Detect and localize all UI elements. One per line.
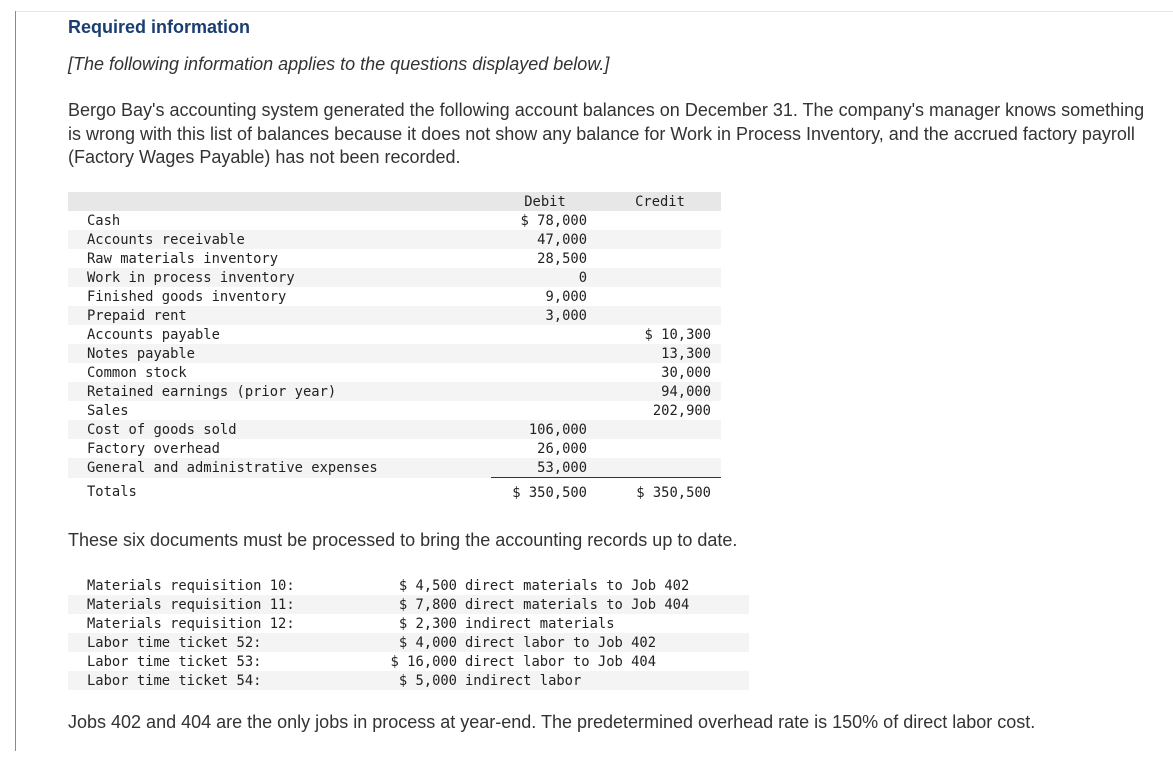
- table-row: Finished goods inventory 9,000: [68, 287, 721, 306]
- table-row: Retained earnings (prior year) 94,000: [68, 382, 721, 401]
- debit-amount: [491, 325, 599, 344]
- list-item: Materials requisition 11: $ 7,800 direct m…: [68, 595, 749, 614]
- credit-amount: [599, 458, 721, 478]
- table-row: Factory overhead 26,000: [68, 439, 721, 458]
- debit-amount: [491, 401, 599, 420]
- document-description: direct labor to Job 404: [465, 653, 657, 670]
- document-amount: $ 4,000: [367, 633, 457, 652]
- account-name: Prepaid rent: [68, 306, 491, 325]
- document-description: direct materials to Job 404: [457, 595, 749, 614]
- document-name: Labor time ticket 53:: [87, 653, 262, 670]
- credit-amount: [599, 211, 721, 230]
- table-row: General and administrative expenses 53,00…: [68, 458, 721, 478]
- account-name: Common stock: [87, 364, 187, 381]
- section-heading: Required information: [68, 17, 251, 37]
- document-name: Materials requisition 12:: [87, 615, 295, 632]
- debit-header: Debit: [491, 192, 599, 211]
- credit-amount: [599, 287, 721, 306]
- credit-total: $ 350,500: [599, 477, 721, 502]
- account-name: Sales: [87, 402, 129, 419]
- debit-amount: 3,000: [491, 306, 599, 325]
- totals-label: Totals: [87, 484, 137, 501]
- document-name: Materials requisition 11:: [68, 595, 367, 614]
- documents-table: Materials requisition 10: $ 4,500 direct m…: [68, 576, 749, 690]
- debit-amount: 26,000: [537, 440, 587, 457]
- credit-amount: [599, 420, 721, 439]
- table-row: Cost of goods sold 106,000: [68, 420, 721, 439]
- credit-amount: [599, 268, 721, 287]
- document-amount: $ 5,000: [367, 671, 457, 690]
- credit-amount: [599, 249, 721, 268]
- closing-paragraph: Jobs 402 and 404 are the only jobs in pr…: [68, 712, 1036, 732]
- debit-amount: [491, 363, 599, 382]
- account-name: Accounts payable: [87, 326, 220, 343]
- account-name: Cash: [87, 212, 121, 229]
- totals-row: Totals $ 350,500 $ 350,500: [68, 477, 721, 502]
- list-item: Labor time ticket 54: $ 5,000 indirect lab…: [68, 671, 749, 690]
- list-item: Labor time ticket 52: $ 4,000 direct labor…: [68, 633, 749, 652]
- debit-amount: 28,500: [537, 250, 587, 267]
- table-row: Common stock 30,000: [68, 363, 721, 382]
- document-name: Materials requisition 10:: [87, 577, 295, 594]
- document-amount: $ 2,300: [398, 615, 457, 632]
- credit-header: Credit: [599, 192, 721, 211]
- account-name: Work in process inventory: [68, 268, 491, 287]
- debit-amount: 47,000: [491, 230, 599, 249]
- table-row: Cash $ 78,000: [68, 211, 721, 230]
- left-border: [15, 11, 16, 751]
- debit-amount: 0: [491, 268, 599, 287]
- list-item: Materials requisition 12: $ 2,300 indirect…: [68, 614, 749, 633]
- document-amount: $ 16,000: [390, 653, 457, 670]
- debit-amount: [491, 344, 599, 363]
- debit-amount: 106,000: [491, 420, 599, 439]
- account-header: [68, 192, 491, 211]
- document-description: direct materials to Job 402: [465, 577, 690, 594]
- document-amount: $ 7,800: [367, 595, 457, 614]
- account-name: Raw materials inventory: [87, 250, 279, 267]
- document-description: indirect materials: [465, 615, 615, 632]
- documents-intro: These six documents must be processed to…: [68, 530, 738, 550]
- debit-amount: 53,000: [491, 458, 599, 478]
- table-row: Sales 202,900: [68, 401, 721, 420]
- document-name: Labor time ticket 52:: [68, 633, 367, 652]
- account-name: Finished goods inventory: [87, 288, 287, 305]
- credit-amount: [599, 439, 721, 458]
- section-subheading: [The following information applies to th…: [68, 54, 610, 74]
- debit-amount: [491, 382, 599, 401]
- credit-amount: [599, 306, 721, 325]
- list-item: Materials requisition 10: $ 4,500 direct m…: [68, 576, 749, 595]
- intro-paragraph: Bergo Bay's accounting system generated …: [68, 100, 1145, 167]
- debit-total: $ 350,500: [491, 477, 599, 502]
- document-name: Labor time ticket 54:: [68, 671, 367, 690]
- table-row: Accounts payable $ 10,300: [68, 325, 721, 344]
- table-row: Prepaid rent 3,000: [68, 306, 721, 325]
- document-amount: $ 4,500: [398, 577, 457, 594]
- debit-amount: 9,000: [545, 288, 587, 305]
- debit-amount: $ 78,000: [520, 212, 587, 229]
- account-name: Retained earnings (prior year): [68, 382, 491, 401]
- table-row: Work in process inventory 0: [68, 268, 721, 287]
- list-item: Labor time ticket 53: $ 16,000 direct labo…: [68, 652, 749, 671]
- account-name: Accounts receivable: [68, 230, 491, 249]
- document-description: direct labor to Job 402: [457, 633, 749, 652]
- table-header-row: Debit Credit: [68, 192, 721, 211]
- credit-amount: $ 10,300: [644, 326, 711, 343]
- document-description: indirect labor: [457, 671, 749, 690]
- credit-amount: 94,000: [599, 382, 721, 401]
- account-balances-table: Debit Credit Cash $ 78,000 Accounts receiv…: [68, 192, 721, 502]
- credit-amount: 202,900: [652, 402, 711, 419]
- credit-amount: [599, 230, 721, 249]
- table-row: Raw materials inventory 28,500: [68, 249, 721, 268]
- account-name: Notes payable: [68, 344, 491, 363]
- account-name: Cost of goods sold: [68, 420, 491, 439]
- table-row: Notes payable 13,300: [68, 344, 721, 363]
- top-border: [15, 11, 1173, 12]
- credit-amount: 13,300: [599, 344, 721, 363]
- account-name: General and administrative expenses: [68, 458, 491, 478]
- account-name: Factory overhead: [87, 440, 220, 457]
- credit-amount: 30,000: [661, 364, 711, 381]
- table-row: Accounts receivable 47,000: [68, 230, 721, 249]
